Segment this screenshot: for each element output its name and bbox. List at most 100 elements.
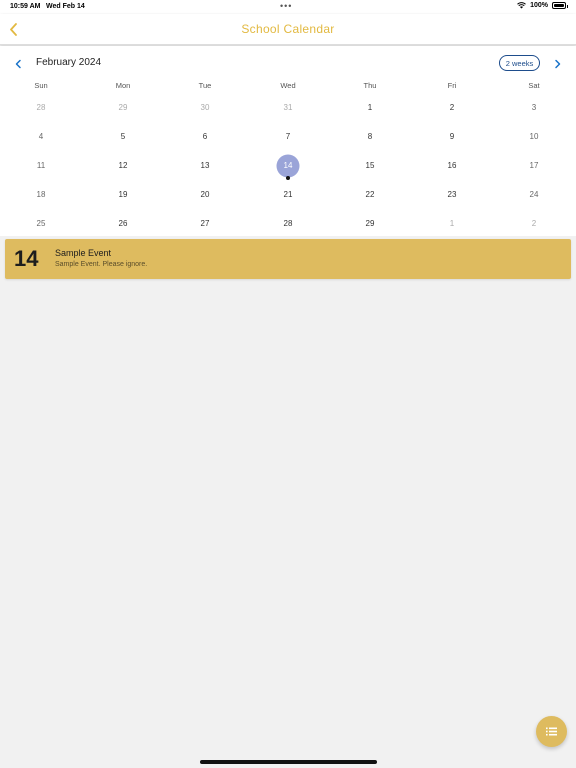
day-number: 25 [36, 219, 46, 228]
day-number: 29 [365, 219, 375, 228]
weekday-wed: Wed [280, 81, 296, 90]
calendar-format-button[interactable]: 2 weeks [499, 55, 540, 71]
calendar-day[interactable]: 1 [329, 93, 411, 122]
calendar-day[interactable]: 5 [82, 122, 164, 151]
day-number: 23 [447, 190, 457, 199]
day-number: 19 [118, 190, 128, 199]
calendar-day[interactable]: 18 [0, 180, 82, 209]
weekday-mon: Mon [115, 81, 131, 90]
status-indicators: 100% [517, 2, 568, 9]
day-number: 6 [202, 132, 208, 141]
calendar-day[interactable]: 2 [493, 209, 575, 238]
calendar-day[interactable]: 17 [493, 151, 575, 180]
calendar-day[interactable]: 23 [411, 180, 493, 209]
list-view-button[interactable] [536, 716, 567, 747]
calendar-day[interactable]: 22 [329, 180, 411, 209]
day-number: 7 [285, 132, 291, 141]
day-number: 30 [200, 103, 210, 112]
calendar-day[interactable]: 2 [411, 93, 493, 122]
navigation-bar: School Calendar [0, 14, 576, 45]
calendar-day[interactable]: 12 [82, 151, 164, 180]
calendar-day[interactable]: 26 [82, 209, 164, 238]
day-number: 27 [200, 219, 210, 228]
calendar-day[interactable]: 4 [0, 122, 82, 151]
day-number: 26 [118, 219, 128, 228]
calendar-day-selected[interactable]: 14 [247, 151, 329, 180]
multitasking-dots-icon[interactable]: ••• [280, 1, 292, 11]
calendar-day[interactable]: 29 [82, 93, 164, 122]
day-number: 28 [36, 103, 46, 112]
calendar-day[interactable]: 7 [247, 122, 329, 151]
event-card[interactable]: 14 Sample Event Sample Event. Please ign… [5, 239, 571, 279]
battery-percent: 100% [530, 2, 548, 9]
day-number: 1 [449, 219, 455, 228]
weekday-header: Sun Mon Tue Wed Thu Fri Sat [0, 80, 576, 94]
calendar-day[interactable]: 10 [493, 122, 575, 151]
calendar-day[interactable]: 28 [247, 209, 329, 238]
calendar-day[interactable]: 25 [0, 209, 82, 238]
calendar-day[interactable]: 16 [411, 151, 493, 180]
day-number: 28 [283, 219, 293, 228]
status-bar: 10:59 AM Wed Feb 14 ••• 100% [0, 0, 576, 14]
battery-icon [552, 2, 568, 9]
event-marker [286, 176, 290, 180]
day-number: 16 [447, 161, 457, 170]
day-number: 22 [365, 190, 375, 199]
weekday-tue: Tue [198, 81, 212, 90]
calendar-day[interactable]: 30 [164, 93, 246, 122]
next-month-button[interactable] [552, 57, 564, 69]
calendar-day[interactable]: 6 [164, 122, 246, 151]
chevron-left-icon [15, 59, 21, 69]
day-number: 2 [449, 103, 455, 112]
month-label: February 2024 [36, 57, 102, 68]
calendar-day[interactable]: 31 [247, 93, 329, 122]
status-date: Wed Feb 14 [46, 3, 85, 10]
calendar-day[interactable]: 19 [82, 180, 164, 209]
weekday-sun: Sun [34, 81, 48, 90]
chevron-right-icon [555, 59, 561, 69]
home-indicator[interactable] [200, 760, 377, 764]
day-number: 5 [120, 132, 126, 141]
list-icon [546, 727, 557, 736]
day-number: 1 [367, 103, 373, 112]
calendar-week: 11 12 13 14 15 16 17 [0, 151, 576, 180]
day-number: 20 [200, 190, 210, 199]
day-number: 11 [36, 161, 46, 170]
calendar-day[interactable]: 9 [411, 122, 493, 151]
day-number: 12 [118, 161, 128, 170]
calendar-day[interactable]: 28 [0, 93, 82, 122]
calendar-day[interactable]: 8 [329, 122, 411, 151]
day-number: 9 [449, 132, 455, 141]
day-number: 17 [529, 161, 539, 170]
event-day: 14 [14, 246, 39, 271]
wifi-icon [517, 2, 526, 9]
calendar-header: February 2024 2 weeks [0, 46, 576, 80]
calendar-day[interactable]: 20 [164, 180, 246, 209]
calendar-day[interactable]: 13 [164, 151, 246, 180]
day-number: 10 [529, 132, 539, 141]
day-number: 3 [531, 103, 537, 112]
calendar-day[interactable]: 29 [329, 209, 411, 238]
calendar-week: 25 26 27 28 29 1 2 [0, 209, 576, 238]
calendar-day[interactable]: 27 [164, 209, 246, 238]
weekday-thu: Thu [363, 81, 377, 90]
calendar-week: 18 19 20 21 22 23 24 [0, 180, 576, 209]
day-number: 8 [367, 132, 373, 141]
calendar-day[interactable]: 11 [0, 151, 82, 180]
day-number: 14 [283, 161, 293, 170]
day-number: 24 [529, 190, 539, 199]
day-number: 31 [283, 103, 293, 112]
previous-month-button[interactable] [12, 57, 24, 69]
calendar-day[interactable]: 24 [493, 180, 575, 209]
weekday-fri: Fri [447, 81, 457, 90]
calendar-day[interactable]: 3 [493, 93, 575, 122]
event-title: Sample Event [55, 248, 112, 258]
calendar-week: 4 5 6 7 8 9 10 [0, 122, 576, 151]
day-number: 13 [200, 161, 210, 170]
calendar-day[interactable]: 21 [247, 180, 329, 209]
day-number: 29 [118, 103, 128, 112]
weekday-sat: Sat [528, 81, 540, 90]
calendar-day[interactable]: 1 [411, 209, 493, 238]
calendar-day[interactable]: 15 [329, 151, 411, 180]
day-number: 18 [36, 190, 46, 199]
